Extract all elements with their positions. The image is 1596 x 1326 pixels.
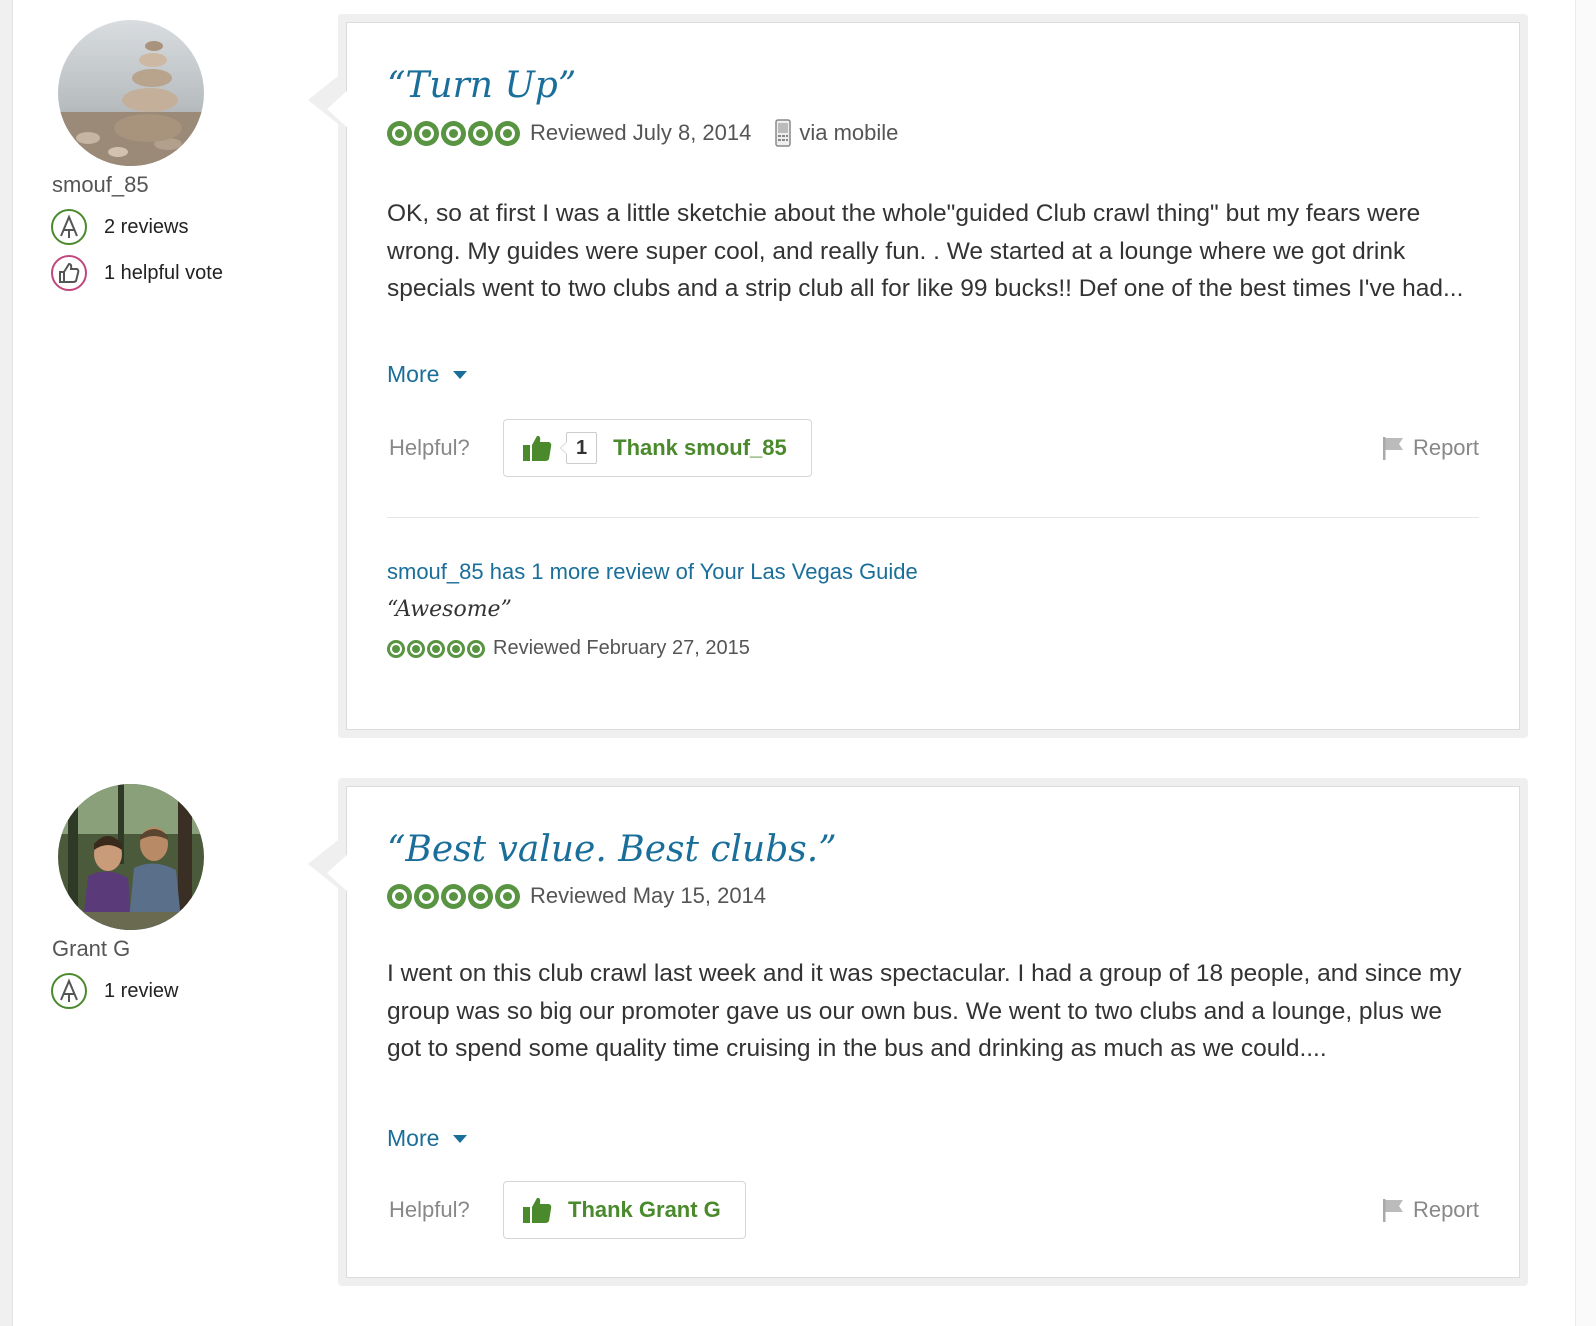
rating-bubble-icon: [441, 883, 466, 909]
rating-bubble-icon: [387, 639, 405, 658]
mobile-phone-icon: [775, 119, 792, 147]
more-label: More: [387, 361, 440, 387]
report-link[interactable]: Report: [1381, 435, 1479, 461]
helpful-label: Helpful?: [389, 1197, 470, 1222]
report-label: Report: [1412, 1197, 1479, 1222]
rating-row: Reviewed July 8, 2014 via mobile: [387, 119, 898, 147]
rating-bubble-icon: [441, 120, 466, 146]
other-review-rating-row: Reviewed February 27, 2015: [387, 637, 750, 660]
review-container: “Turn Up” Reviewed July 8, 2014 via mobi…: [308, 14, 1528, 738]
review-body-card: “Turn Up” Reviewed July 8, 2014 via mobi…: [327, 22, 1520, 730]
more-link[interactable]: More: [387, 361, 468, 388]
thank-label: Thank Grant G: [568, 1197, 721, 1222]
member-name[interactable]: smouf_85: [52, 172, 149, 198]
report-link[interactable]: Report: [1381, 1197, 1479, 1223]
review-title[interactable]: “Best value. Best clubs.”: [387, 829, 837, 870]
rating-bubble-icon: [407, 639, 425, 658]
rating-bubble-icon: [414, 120, 439, 146]
review-text: I went on this club crawl last week and …: [387, 960, 1462, 1062]
rating-bubble-icon: [387, 120, 412, 146]
rating-bubble-icon: [468, 883, 493, 909]
bubble-rating: [387, 120, 522, 146]
thank-label: Thank smouf_85: [613, 435, 787, 460]
rating-bubble-icon: [467, 639, 485, 658]
review-date: Reviewed May 15, 2014: [530, 883, 767, 908]
thank-button[interactable]: 1 Thank smouf_85: [503, 419, 812, 477]
rating-bubble-icon: [414, 883, 439, 909]
more-link[interactable]: More: [387, 1125, 468, 1152]
flag-icon: [1382, 437, 1403, 460]
more-reviews-link[interactable]: smouf_85 has 1 more review of Your Las V…: [387, 559, 918, 585]
thumbs-up-icon: [523, 1197, 552, 1223]
reviewer-badge[interactable]: 1 review: [50, 972, 178, 1010]
card-pointer-inner: [327, 89, 349, 129]
rating-bubble-icon: [495, 883, 520, 909]
review-card-2: Grant G 1 review “Best value. Best clubs…: [0, 778, 1560, 1298]
bubble-rating-small: [387, 639, 487, 658]
review-body-card: “Best value. Best clubs.” Reviewed May 1…: [327, 786, 1520, 1278]
member-avatar[interactable]: [58, 20, 204, 166]
reviewer-badge[interactable]: 2 reviews: [50, 208, 188, 246]
reviewer-badge-icon: [51, 973, 87, 1009]
rating-bubble-icon: [495, 120, 520, 146]
flag-icon: [1382, 1199, 1403, 1222]
right-scroll-rail: [1575, 0, 1596, 1326]
via-mobile: via mobile: [799, 120, 899, 145]
card-pointer-inner: [327, 853, 349, 893]
bubble-rating: [387, 883, 522, 909]
reviews-count: 2 reviews: [104, 215, 189, 238]
helpful-label: Helpful?: [389, 435, 470, 460]
member-avatar[interactable]: [58, 784, 204, 930]
other-review-date: Reviewed February 27, 2015: [493, 637, 750, 659]
report-label: Report: [1412, 435, 1479, 460]
section-divider: [387, 517, 1479, 518]
review-title[interactable]: “Turn Up”: [387, 65, 576, 106]
chevron-down-icon: [453, 1134, 468, 1143]
rating-bubble-icon: [427, 639, 445, 658]
reviewer-badge-icon: [51, 209, 87, 245]
rating-bubble-icon: [468, 120, 493, 146]
review-text: OK, so at first I was a little sketchie …: [387, 200, 1464, 302]
helpful-votes-count: 1 helpful vote: [104, 261, 223, 284]
other-review-title[interactable]: “Awesome”: [387, 597, 512, 622]
more-label: More: [387, 1125, 440, 1151]
review-container: “Best value. Best clubs.” Reviewed May 1…: [308, 778, 1528, 1286]
thank-count: 1: [559, 432, 598, 464]
review-card-1: smouf_85 2 reviews 1 helpful vote “Turn …: [0, 14, 1560, 744]
rating-row: Reviewed May 15, 2014: [387, 883, 766, 909]
rating-bubble-icon: [387, 883, 412, 909]
thumbs-up-icon: [523, 435, 552, 461]
reviews-count: 1 review: [104, 979, 179, 1002]
review-date: Reviewed July 8, 2014: [530, 120, 752, 145]
rating-bubble-icon: [447, 639, 465, 658]
helpful-vote-badge-icon: [51, 255, 87, 291]
helpful-vote-badge[interactable]: 1 helpful vote: [50, 254, 223, 292]
member-name[interactable]: Grant G: [52, 936, 130, 962]
chevron-down-icon: [453, 370, 468, 379]
thank-button[interactable]: Thank Grant G: [503, 1181, 746, 1239]
